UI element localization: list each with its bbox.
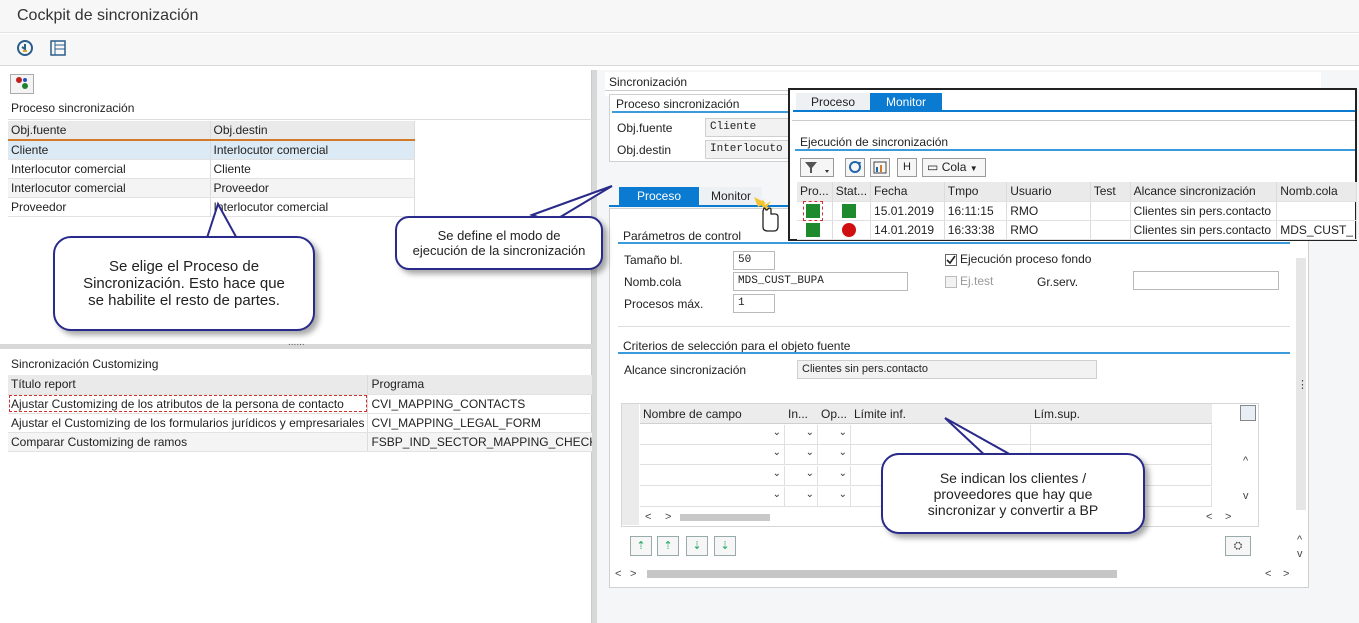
callout-modo: Se define el modo de ejecución de la sin… — [395, 216, 603, 270]
callout-clientes: Se indican los clientes / proveedores qu… — [881, 453, 1145, 534]
callout-proceso: Se elige el Proceso de Sincronización. E… — [53, 236, 315, 331]
